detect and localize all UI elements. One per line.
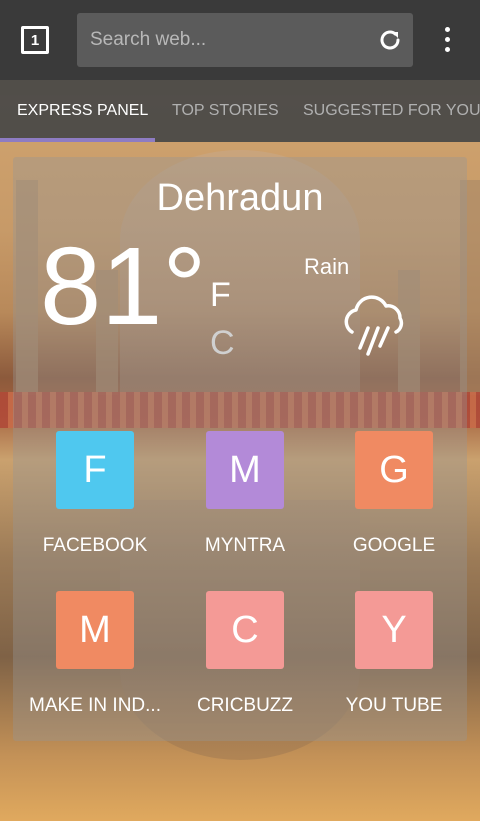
panel-tabs: EXPRESS PANEL TOP STORIES SUGGESTED FOR … — [0, 80, 480, 142]
myntra-tile[interactable]: M — [206, 431, 284, 509]
search-input[interactable] — [88, 28, 362, 52]
tab-top-stories[interactable]: TOP STORIES — [172, 102, 279, 120]
browser-toolbar: 1 — [0, 0, 480, 80]
active-tab-indicator — [0, 138, 155, 142]
unit-celsius-toggle[interactable]: C — [210, 324, 235, 363]
make-in-india-tile-label[interactable]: MAKE IN IND... — [20, 695, 170, 717]
facebook-tile-label[interactable]: FACEBOOK — [36, 535, 154, 557]
overflow-menu-icon[interactable] — [440, 27, 454, 55]
google-tile[interactable]: G — [355, 431, 433, 509]
rain-cloud-icon — [344, 295, 404, 356]
weather-city: Dehradun — [156, 177, 324, 219]
weather-temperature: 81° — [40, 225, 207, 348]
youtube-tile-label[interactable]: YOU TUBE — [330, 695, 458, 717]
refresh-icon[interactable] — [377, 27, 403, 53]
make-in-india-tile[interactable]: M — [56, 591, 134, 669]
tab-express-panel[interactable]: EXPRESS PANEL — [17, 102, 148, 120]
facebook-tile[interactable]: F — [56, 431, 134, 509]
google-tile-label[interactable]: GOOGLE — [335, 535, 453, 557]
unit-fahrenheit-toggle[interactable]: F — [210, 276, 231, 315]
tab-suggested-for-you[interactable]: SUGGESTED FOR YOU — [303, 102, 480, 120]
myntra-tile-label[interactable]: MYNTRA — [186, 535, 304, 557]
search-bar[interactable] — [77, 13, 413, 67]
weather-condition: Rain — [304, 254, 350, 279]
cricbuzz-tile-label[interactable]: CRICBUZZ — [181, 695, 309, 717]
youtube-tile[interactable]: Y — [355, 591, 433, 669]
cricbuzz-tile[interactable]: C — [206, 591, 284, 669]
tab-switcher-button[interactable]: 1 — [21, 26, 49, 54]
